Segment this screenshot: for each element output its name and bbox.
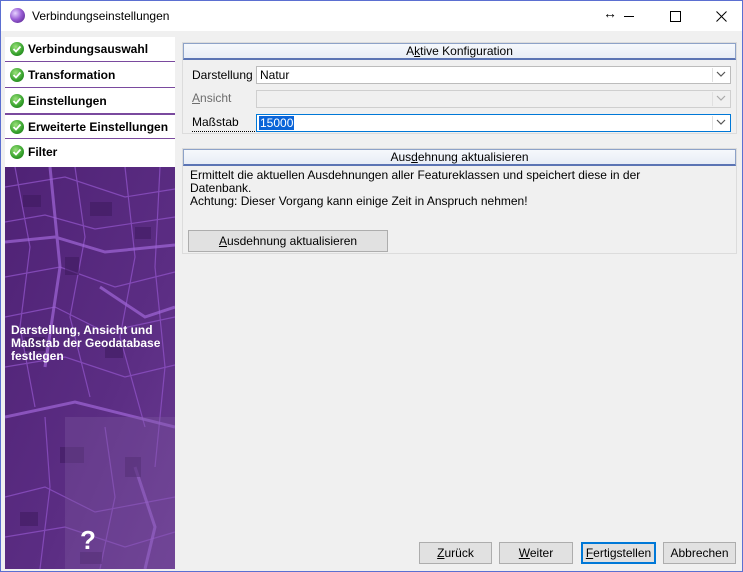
check-icon — [10, 68, 24, 82]
check-icon — [10, 42, 24, 56]
darstellung-combobox[interactable]: Natur — [256, 66, 731, 84]
massstab-label: Maßstab — [192, 115, 239, 129]
ansicht-combobox[interactable] — [256, 90, 731, 108]
darstellung-label: Darstellung — [192, 68, 253, 82]
massstab-combobox[interactable]: 15000 — [256, 114, 731, 132]
globe-icon — [10, 8, 25, 23]
chevron-down-icon[interactable] — [712, 68, 729, 82]
step-label: Filter — [28, 145, 58, 159]
update-extent-button[interactable]: Ausdehnung aktualisieren — [188, 230, 388, 252]
step-erweiterte-einstellungen[interactable]: Erweiterte Einstellungen — [5, 114, 175, 139]
close-button[interactable] — [698, 1, 742, 31]
step-label: Erweiterte Einstellungen — [28, 120, 169, 134]
check-icon — [10, 94, 24, 108]
minimize-button[interactable] — [606, 1, 652, 31]
wizard-steps: Verbindungsauswahl Transformation Einste… — [5, 37, 175, 167]
step-label: Transformation — [28, 68, 116, 82]
map-background-image — [5, 167, 175, 569]
darstellung-value: Natur — [260, 68, 290, 82]
next-button[interactable]: Weiter — [499, 542, 573, 564]
help-icon[interactable]: ? — [80, 525, 96, 556]
dialog-window: Verbindungseinstellungen ↔ Verbindungsau… — [0, 0, 743, 572]
step-filter[interactable]: Filter — [5, 140, 175, 165]
active-config-group: Aktive Konfiguration Darstellung Natur A… — [182, 42, 737, 134]
check-icon — [10, 120, 24, 134]
cancel-button[interactable]: Abbrechen — [663, 542, 736, 564]
maximize-button[interactable] — [652, 1, 698, 31]
step-label: Einstellungen — [28, 94, 107, 108]
back-button[interactable]: Zurück — [419, 542, 492, 564]
wizard-sidebar: Verbindungsauswahl Transformation Einste… — [5, 37, 175, 569]
step-einstellungen[interactable]: Einstellungen — [5, 89, 175, 114]
maximize-icon — [669, 10, 681, 22]
finish-button[interactable]: Fertigstellen — [581, 542, 656, 564]
massstab-value[interactable]: 15000 — [259, 116, 295, 130]
extent-header: Ausdehnung aktualisieren — [183, 149, 736, 166]
sidebar-description: Darstellung, Ansicht und Maßstab der Geo… — [11, 323, 161, 363]
step-label: Verbindungsauswahl — [28, 42, 149, 56]
step-verbindungsauswahl[interactable]: Verbindungsauswahl — [5, 37, 175, 62]
ansicht-label: Ansicht — [192, 91, 232, 105]
check-icon — [10, 145, 24, 159]
minimize-icon — [624, 15, 634, 17]
main-panel: Aktive Konfiguration Darstellung Natur A… — [180, 37, 739, 536]
extent-description: Ermittelt die aktuellen Ausdehnungen all… — [190, 168, 641, 208]
close-icon — [715, 10, 727, 22]
extent-group: Ausdehnung aktualisieren Ermittelt die a… — [182, 148, 737, 254]
focus-indicator — [192, 131, 257, 133]
chevron-down-icon[interactable] — [712, 116, 729, 130]
title-bar[interactable]: Verbindungseinstellungen ↔ — [1, 1, 742, 31]
step-transformation[interactable]: Transformation — [5, 63, 175, 88]
active-config-header: Aktive Konfiguration — [183, 43, 736, 60]
window-title: Verbindungseinstellungen — [32, 9, 170, 23]
chevron-down-icon[interactable] — [712, 92, 729, 106]
